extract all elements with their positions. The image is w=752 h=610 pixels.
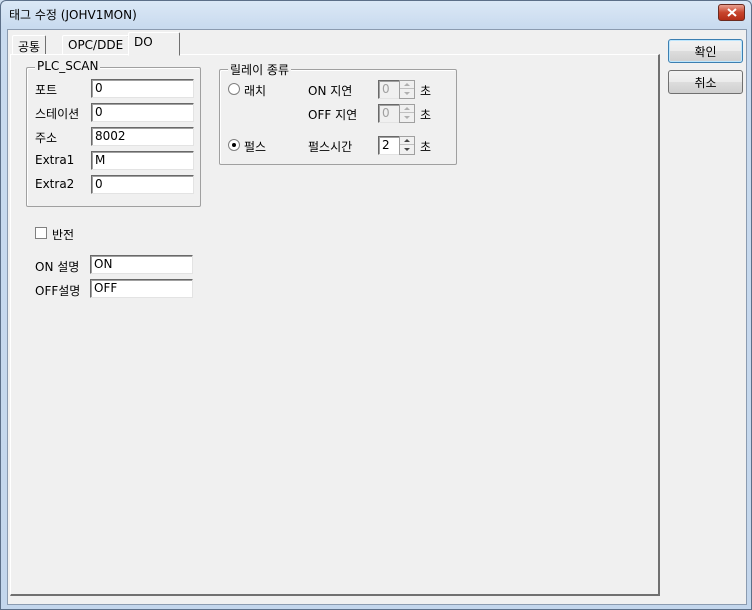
window-title: 태그 수정 (JOHV1MON) (9, 8, 137, 22)
tab-panel-do: PLC_SCAN 포트 0 스테이션 0 주소 8002 Extra1 M Ex… (10, 54, 660, 596)
ok-button[interactable]: 확인 (668, 39, 743, 63)
pulse-time-label: 펄스시간 (308, 140, 353, 154)
off-delay-field[interactable]: 0 (378, 104, 400, 123)
latch-radio[interactable] (228, 83, 240, 95)
station-field[interactable]: 0 (91, 103, 194, 122)
spin-up-icon (400, 137, 414, 145)
pulse-radio[interactable] (228, 139, 240, 151)
plc-scan-group-title: PLC_SCAN (35, 59, 101, 73)
tab-opc-dde[interactable]: OPC/DDE (62, 35, 130, 55)
off-delay-label: OFF 지연 (308, 108, 358, 122)
off-delay-spinner[interactable] (399, 104, 415, 123)
relay-type-group-title: 릴레이 종류 (228, 61, 292, 78)
address-field[interactable]: 8002 (91, 127, 194, 146)
address-label: 주소 (35, 131, 58, 145)
port-label: 포트 (35, 83, 58, 97)
plc-scan-group: PLC_SCAN 포트 0 스테이션 0 주소 8002 Extra1 M Ex… (26, 59, 201, 207)
invert-checkbox[interactable] (35, 227, 47, 239)
pulse-time-field[interactable]: 2 (378, 136, 400, 155)
pulse-time-unit: 초 (420, 140, 432, 154)
close-button[interactable] (718, 4, 745, 21)
on-delay-field[interactable]: 0 (378, 80, 400, 99)
on-delay-spinner[interactable] (399, 80, 415, 99)
spin-up-icon (400, 81, 414, 89)
spin-up-icon (400, 105, 414, 113)
dialog-window: 태그 수정 (JOHV1MON) 공통 OPC/DDE DO PLC_SCAN … (0, 0, 752, 610)
tab-do[interactable]: DO (128, 32, 180, 56)
off-desc-label: OFF설명 (35, 284, 81, 298)
on-delay-unit: 초 (420, 84, 432, 98)
extra2-field[interactable]: 0 (91, 175, 194, 194)
cancel-button[interactable]: 취소 (668, 70, 743, 94)
off-delay-unit: 초 (420, 108, 432, 122)
tab-common[interactable]: 공통 (12, 35, 47, 55)
extra2-label: Extra2 (35, 177, 75, 191)
close-icon (727, 8, 737, 17)
invert-label: 반전 (52, 228, 75, 242)
spin-down-icon (400, 146, 414, 154)
pulse-label: 펄스 (244, 140, 267, 154)
on-delay-label: ON 지연 (308, 84, 353, 98)
port-field[interactable]: 0 (91, 79, 194, 98)
station-label: 스테이션 (35, 107, 80, 121)
latch-label: 래치 (244, 84, 267, 98)
spin-down-icon (400, 90, 414, 98)
on-desc-label: ON 설명 (35, 260, 80, 274)
spin-down-icon (400, 114, 414, 122)
extra1-label: Extra1 (35, 153, 75, 167)
relay-type-group: 릴레이 종류 래치 ON 지연 0 초 OFF 지연 0 초 펄스 펄스시간 2… (219, 61, 457, 165)
dialog-client-area: 공통 OPC/DDE DO PLC_SCAN 포트 0 스테이션 0 주소 80… (7, 29, 747, 605)
off-desc-field[interactable]: OFF (90, 279, 193, 298)
pulse-time-spinner[interactable] (399, 136, 415, 155)
on-desc-field[interactable]: ON (90, 255, 193, 274)
extra1-field[interactable]: M (91, 151, 194, 170)
